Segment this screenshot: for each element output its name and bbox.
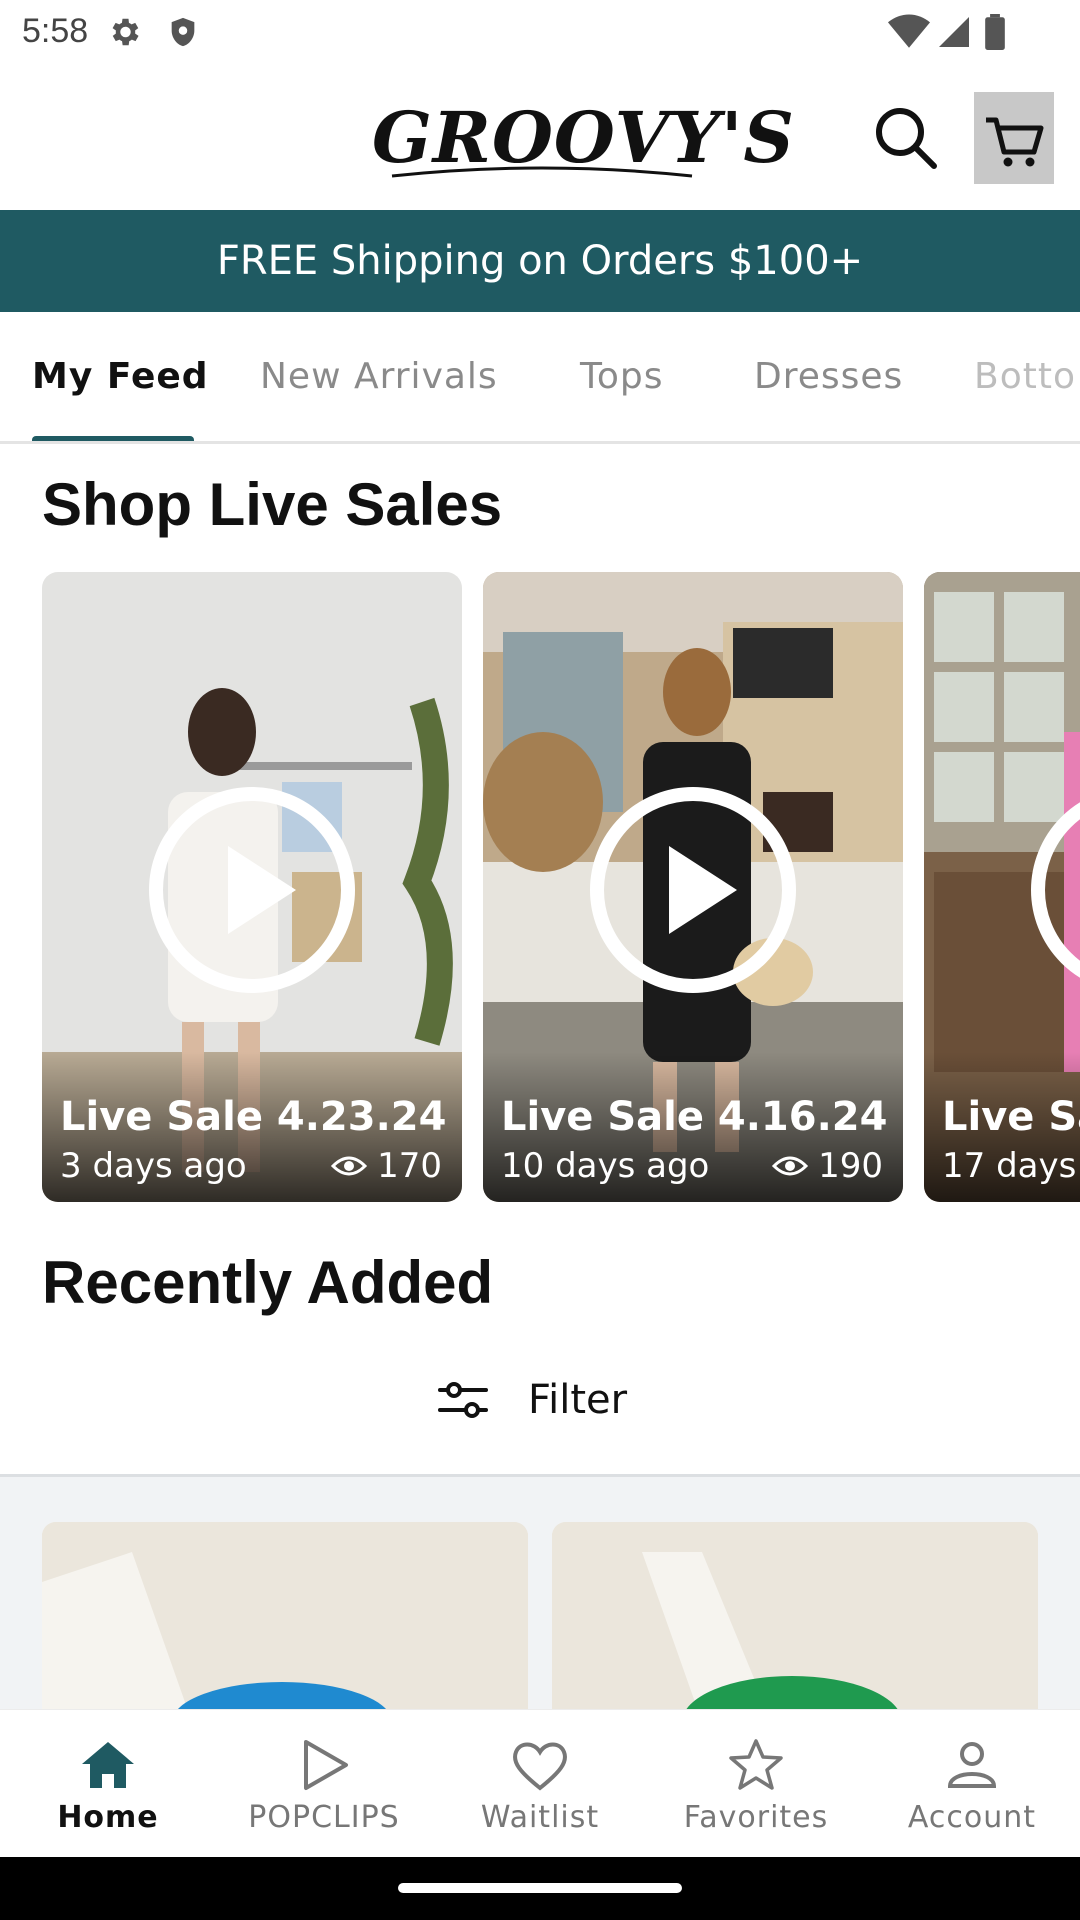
tab-my-feed[interactable]: My Feed — [32, 356, 209, 397]
live-sale-card[interactable]: Live Sale 4.23.24 3 days ago 170 — [42, 572, 462, 1202]
product-card[interactable] — [552, 1522, 1038, 1709]
nav-waitlist-label: Waitlist — [480, 1800, 600, 1835]
live-sales-carousel[interactable]: Live Sale 4.23.24 3 days ago 170 Live Sa… — [0, 572, 1080, 1202]
play-icon[interactable] — [146, 784, 358, 996]
nav-favorites[interactable]: Favorites — [656, 1738, 856, 1848]
eye-icon — [331, 1156, 368, 1176]
live-sale-age: 3 days ago — [60, 1146, 247, 1186]
live-sale-age: 17 days — [942, 1146, 1077, 1186]
nav-account-label: Account — [907, 1800, 1037, 1835]
person-icon — [947, 1742, 997, 1788]
play-icon[interactable] — [1028, 784, 1080, 996]
sliders-icon — [438, 1382, 488, 1418]
recently-added-heading: Recently Added — [42, 1249, 494, 1316]
tab-new-arrivals[interactable]: New Arrivals — [260, 356, 498, 397]
product-grid — [0, 1477, 1080, 1709]
search-button[interactable] — [872, 104, 940, 172]
active-tab-indicator — [32, 436, 194, 441]
nav-favorites-label: Favorites — [683, 1800, 829, 1835]
settings-icon — [112, 18, 139, 46]
views-count: 190 — [818, 1146, 883, 1186]
live-sale-age: 10 days ago — [501, 1146, 710, 1186]
product-card[interactable] — [42, 1522, 528, 1709]
status-bar: 5:58 — [0, 0, 1080, 64]
tab-dresses[interactable]: Dresses — [754, 356, 903, 397]
status-time: 5:58 — [22, 12, 89, 50]
category-tabs: My Feed New Arrivals Tops Dresses Botto — [0, 312, 1080, 444]
shield-icon — [171, 17, 195, 47]
views-count: 170 — [377, 1146, 442, 1186]
nav-home-label: Home — [57, 1800, 159, 1835]
live-sale-title: Live Sale 4.23.24 — [60, 1094, 447, 1140]
live-sale-title: Live Sa — [942, 1094, 1080, 1140]
tab-tops[interactable]: Tops — [580, 356, 664, 397]
filter-label: Filter — [528, 1377, 628, 1423]
battery-icon — [985, 14, 1005, 50]
live-sales-heading: Shop Live Sales — [42, 471, 503, 538]
nav-account[interactable]: Account — [872, 1738, 1072, 1848]
nav-popclips[interactable]: POPCLIPS — [224, 1738, 424, 1848]
brand-logo[interactable]: GROOVY'S — [372, 90, 795, 186]
heart-icon — [513, 1742, 567, 1791]
eye-icon — [772, 1156, 809, 1176]
live-sale-views: 190 — [772, 1146, 883, 1186]
bottom-nav: Home POPCLIPS Waitlist Favorites Account — [0, 1709, 1080, 1857]
app-header: GROOVY'S — [0, 64, 1080, 210]
nav-popclips-label: POPCLIPS — [248, 1800, 400, 1835]
tab-bottoms[interactable]: Botto — [974, 356, 1076, 397]
search-icon — [876, 108, 937, 169]
promo-banner[interactable]: FREE Shipping on Orders $100+ — [0, 210, 1080, 312]
product-image — [552, 1522, 1038, 1709]
wifi-icon — [888, 14, 930, 48]
home-icon — [82, 1742, 134, 1788]
star-icon — [729, 1739, 783, 1790]
live-sale-title: Live Sale 4.16.24 — [501, 1094, 888, 1140]
system-gesture-bar — [0, 1857, 1080, 1920]
live-sale-views: 170 — [331, 1146, 442, 1186]
logo-text: GROOVY'S — [372, 96, 795, 179]
live-sale-card[interactable]: Live Sale 4.16.24 10 days ago 190 — [483, 572, 903, 1202]
play-icon[interactable] — [587, 784, 799, 996]
home-gesture-handle[interactable] — [398, 1883, 682, 1893]
cart-button[interactable] — [974, 92, 1054, 184]
cart-icon — [986, 117, 1044, 167]
product-image — [42, 1522, 528, 1709]
play-icon — [304, 1740, 348, 1790]
nav-waitlist[interactable]: Waitlist — [440, 1738, 640, 1848]
nav-home[interactable]: Home — [8, 1738, 208, 1848]
live-sale-card[interactable]: Live Sa 17 days — [924, 572, 1080, 1202]
filter-button[interactable]: Filter — [438, 1370, 658, 1430]
signal-icon — [939, 17, 969, 47]
